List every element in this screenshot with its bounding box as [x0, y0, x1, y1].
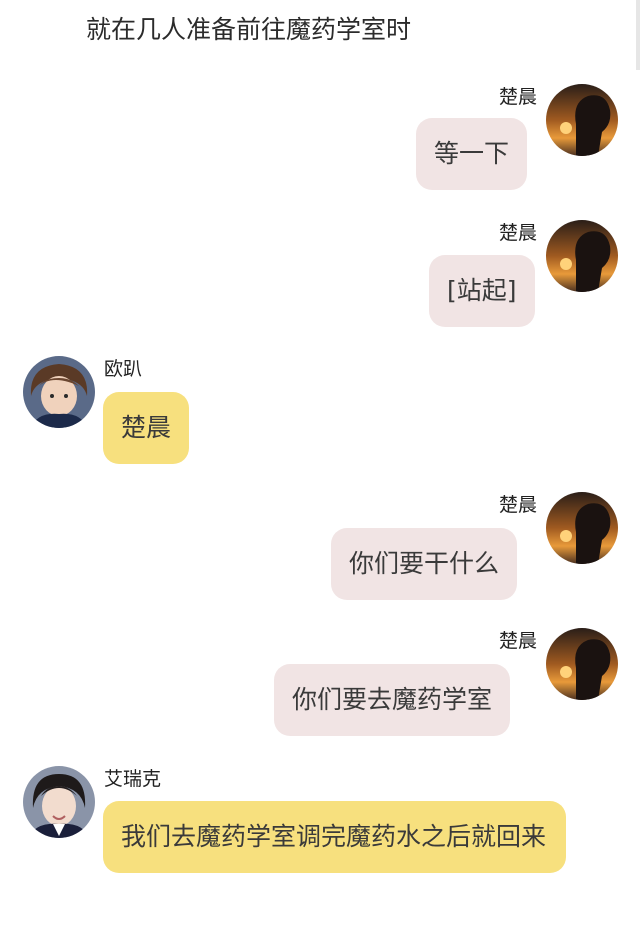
- message-bubble[interactable]: [站起]: [429, 255, 535, 327]
- avatar-chuchen[interactable]: [546, 84, 618, 156]
- avatar-chuchen[interactable]: [546, 492, 618, 564]
- message-bubble[interactable]: 你们要去魔药学室: [274, 664, 511, 736]
- scrollbar[interactable]: [636, 0, 640, 70]
- sender-name: 楚晨: [498, 86, 537, 108]
- narration-text: 就在几人准备前往魔药学室时: [86, 15, 412, 44]
- message-bubble[interactable]: 你们要干什么: [331, 528, 518, 600]
- avatar-chuchen[interactable]: [546, 628, 618, 700]
- sender-name: 欧趴: [104, 358, 143, 380]
- sender-name: 楚晨: [498, 222, 537, 244]
- message-bubble[interactable]: 等一下: [416, 118, 528, 190]
- message-bubble[interactable]: 楚晨: [103, 392, 190, 464]
- sender-name: 楚晨: [498, 630, 537, 652]
- avatar-chuchen[interactable]: [546, 220, 618, 292]
- message-bubble[interactable]: 我们去魔药学室调完魔药水之后就回来: [103, 801, 566, 873]
- sender-name: 艾瑞克: [104, 768, 162, 790]
- avatar-oupa[interactable]: [23, 356, 95, 428]
- avatar-airuike[interactable]: [23, 766, 95, 838]
- sender-name: 楚晨: [498, 494, 537, 516]
